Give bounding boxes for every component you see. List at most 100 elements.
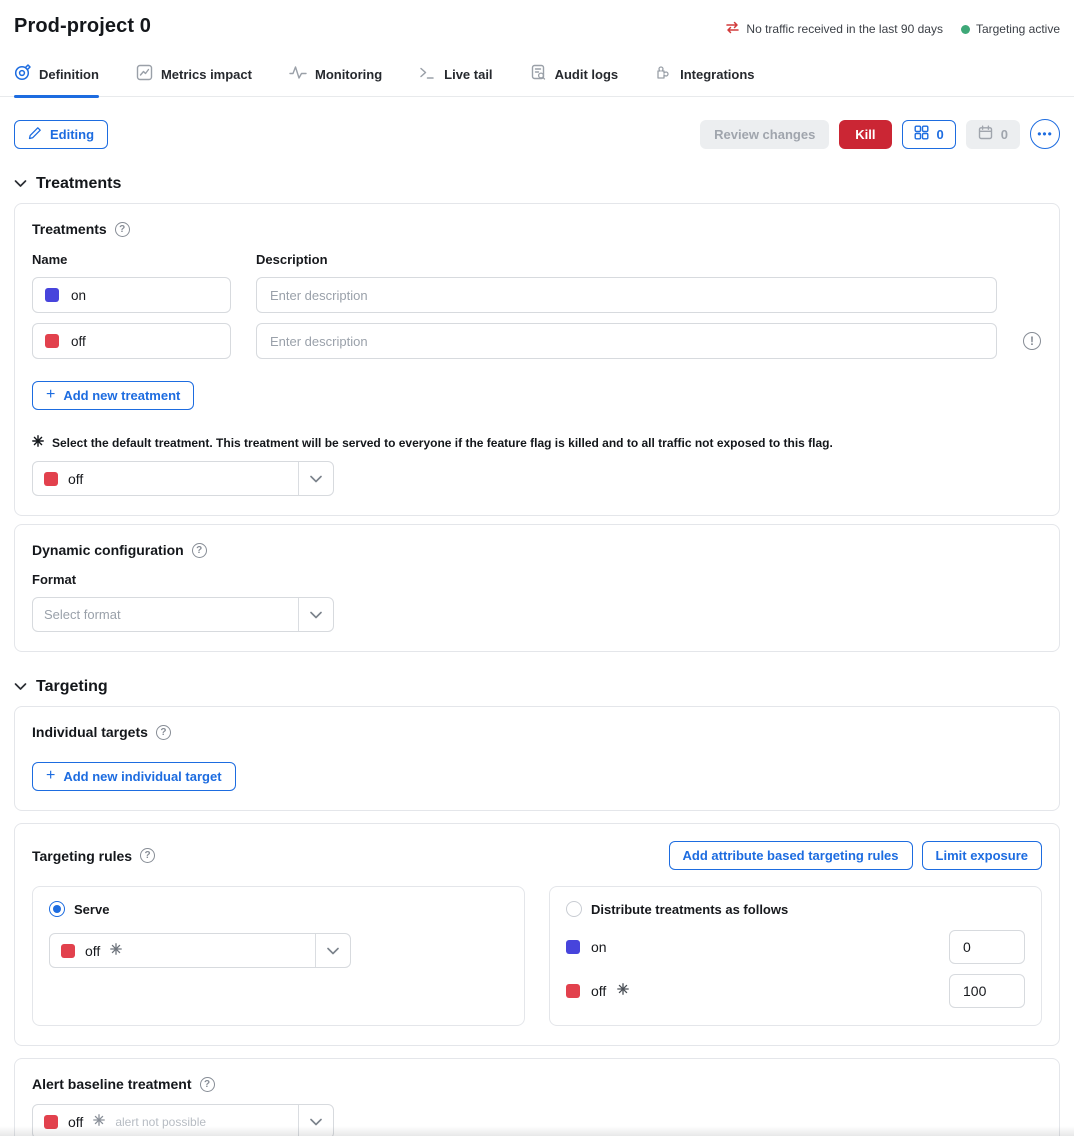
treatment-color-swatch <box>566 984 580 998</box>
audit-document-icon <box>530 64 547 84</box>
limit-exposure-label: Limit exposure <box>936 848 1028 863</box>
chevron-down-icon <box>298 462 333 495</box>
tab-metrics-impact[interactable]: Metrics impact <box>136 64 252 96</box>
radio-selected-icon[interactable] <box>49 901 65 917</box>
traffic-status: No traffic received in the last 90 days <box>725 21 943 37</box>
alert-baseline-hint: alert not possible <box>115 1115 206 1129</box>
add-attribute-rules-label: Add attribute based targeting rules <box>683 848 899 863</box>
serve-panel: Serve off <box>32 886 525 1026</box>
add-new-treatment-button[interactable]: + Add new treatment <box>32 381 194 410</box>
help-icon[interactable]: ? <box>192 543 207 558</box>
treatment-name-input[interactable] <box>71 288 218 303</box>
tab-label: Live tail <box>444 67 492 82</box>
distribute-panel: Distribute treatments as follows on off <box>549 886 1042 1026</box>
tab-audit-logs[interactable]: Audit logs <box>530 64 619 96</box>
limit-exposure-button[interactable]: Limit exposure <box>922 841 1042 870</box>
chevron-down-icon <box>298 1105 333 1136</box>
distribution-row: on <box>566 930 1025 964</box>
format-select-placeholder: Select format <box>44 607 121 622</box>
add-attribute-rules-button[interactable]: Add attribute based targeting rules <box>669 841 913 870</box>
help-icon[interactable]: ? <box>156 725 171 740</box>
default-treatment-note: Select the default treatment. This treat… <box>32 435 1042 450</box>
toolbar: Editing Review changes Kill 0 0 <box>14 119 1060 149</box>
targeting-section-header[interactable]: Targeting <box>14 678 1060 696</box>
name-column-label: Name <box>32 252 256 267</box>
distribution-percentage-input[interactable] <box>949 930 1025 964</box>
asterisk-icon <box>32 435 44 450</box>
treatment-name-input[interactable] <box>71 334 218 349</box>
distribute-option[interactable]: Distribute treatments as follows <box>566 901 1025 917</box>
plus-icon: + <box>46 387 55 403</box>
scheduled-button[interactable]: 0 <box>966 120 1020 149</box>
page-title: Prod-project 0 <box>14 15 151 38</box>
tab-label: Integrations <box>680 67 754 82</box>
terminal-icon <box>419 65 436 83</box>
targeting-section-title: Targeting <box>36 678 108 696</box>
tab-definition[interactable]: Definition <box>14 64 99 96</box>
treatment-color-swatch <box>61 944 75 958</box>
dynamic-configuration-card: Dynamic configuration ? Format Select fo… <box>14 524 1060 652</box>
tab-label: Definition <box>39 67 99 82</box>
editing-button-label: Editing <box>50 127 94 142</box>
tab-label: Audit logs <box>555 67 619 82</box>
alert-baseline-title: Alert baseline treatment <box>32 1076 192 1092</box>
more-options-button[interactable]: ••• <box>1030 119 1060 149</box>
tab-monitoring[interactable]: Monitoring <box>289 64 382 96</box>
distribution-percentage-input[interactable] <box>949 974 1025 1008</box>
definition-target-icon <box>14 64 31 84</box>
individual-targets-card: Individual targets ? + Add new individua… <box>14 706 1060 811</box>
treatment-color-swatch <box>44 1115 58 1129</box>
help-icon[interactable]: ? <box>200 1077 215 1092</box>
help-icon[interactable]: ? <box>140 848 155 863</box>
warning-icon: ! <box>1023 332 1041 350</box>
traffic-status-text: No traffic received in the last 90 days <box>746 22 943 36</box>
metrics-chart-icon <box>136 64 153 84</box>
tab-live-tail[interactable]: Live tail <box>419 64 492 96</box>
default-treatment-value: off <box>68 471 83 487</box>
add-new-treatment-label: Add new treatment <box>63 388 180 403</box>
treatment-description-input[interactable] <box>256 323 997 359</box>
add-individual-target-label: Add new individual target <box>63 769 221 784</box>
alert-baseline-select[interactable]: off alert not possible <box>32 1104 334 1136</box>
kill-label: Kill <box>855 127 875 142</box>
tab-label: Metrics impact <box>161 67 252 82</box>
serve-treatment-value: off <box>85 943 100 959</box>
dynamic-configuration-title: Dynamic configuration <box>32 542 184 558</box>
serve-label: Serve <box>74 902 109 917</box>
serve-option[interactable]: Serve <box>49 901 508 917</box>
distribution-treatment-name: off <box>591 983 606 999</box>
radio-unselected-icon[interactable] <box>566 901 582 917</box>
chevron-down-icon <box>14 678 27 696</box>
add-individual-target-button[interactable]: + Add new individual target <box>32 762 236 791</box>
treatments-card: Treatments ? Name Description ! + <box>14 203 1060 516</box>
ellipsis-icon: ••• <box>1037 127 1053 141</box>
plus-icon: + <box>46 768 55 784</box>
versions-count: 0 <box>937 127 944 142</box>
editing-button[interactable]: Editing <box>14 120 108 149</box>
asterisk-icon <box>93 1113 105 1131</box>
tab-integrations[interactable]: Integrations <box>655 64 754 96</box>
pulse-icon <box>289 65 307 83</box>
targeting-status-text: Targeting active <box>976 22 1060 36</box>
review-changes-label: Review changes <box>714 127 815 142</box>
default-treatment-select[interactable]: off <box>32 461 334 496</box>
targeting-rules-title: Targeting rules <box>32 848 132 864</box>
treatments-section-title: Treatments <box>36 175 121 193</box>
versions-button[interactable]: 0 <box>902 120 956 149</box>
treatments-section-header[interactable]: Treatments <box>14 175 1060 193</box>
review-changes-button[interactable]: Review changes <box>700 120 829 149</box>
treatment-color-swatch <box>566 940 580 954</box>
treatment-color-swatch <box>45 334 59 348</box>
treatment-name-field[interactable] <box>32 277 231 313</box>
serve-treatment-select[interactable]: off <box>49 933 351 968</box>
swap-arrows-icon <box>725 21 740 37</box>
kill-button[interactable]: Kill <box>839 120 891 149</box>
format-select[interactable]: Select format <box>32 597 334 632</box>
help-icon[interactable]: ? <box>115 222 130 237</box>
treatment-color-swatch <box>45 288 59 302</box>
scheduled-count: 0 <box>1001 127 1008 142</box>
asterisk-icon <box>617 982 629 1000</box>
treatment-description-input[interactable] <box>256 277 997 313</box>
treatment-name-field[interactable] <box>32 323 231 359</box>
page-header: Prod-project 0 No traffic received in th… <box>14 0 1060 38</box>
